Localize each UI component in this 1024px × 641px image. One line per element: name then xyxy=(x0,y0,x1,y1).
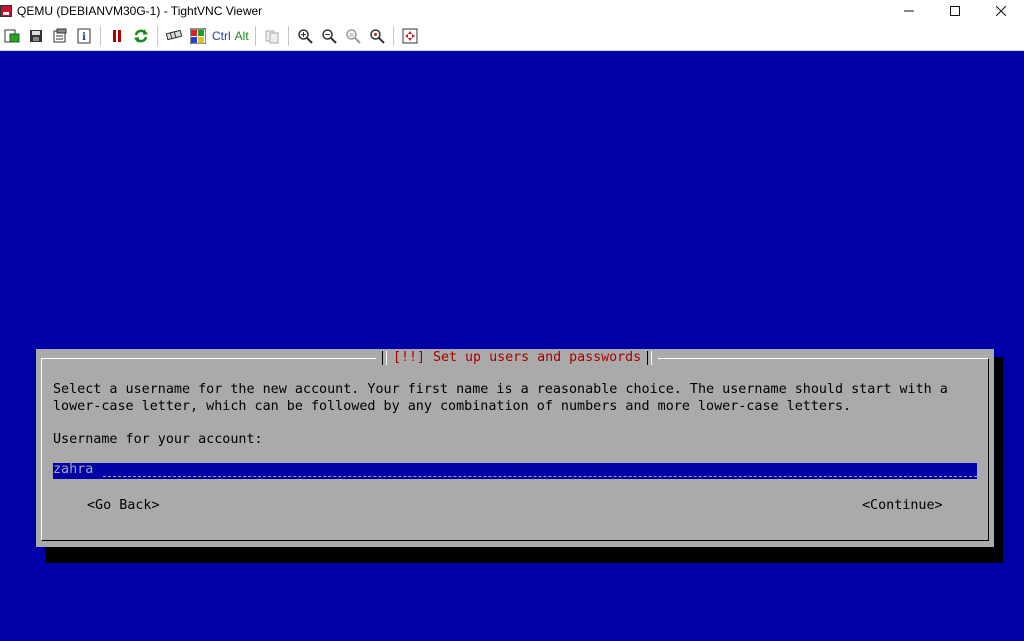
title-frame-right xyxy=(647,351,653,365)
title-bar: QEMU (DEBIANVM30G-1) - TightVNC Viewer xyxy=(0,0,1024,22)
toolbar-separator xyxy=(157,26,158,46)
dialog-title: [!!] Set up users and passwords xyxy=(376,349,659,367)
username-value: zahra xyxy=(53,463,94,477)
close-icon xyxy=(996,6,1006,16)
new-connection-icon xyxy=(4,29,20,43)
fullscreen-button[interactable] xyxy=(399,25,421,47)
input-fill-underline xyxy=(103,476,977,477)
alt-key-button[interactable]: Alt xyxy=(233,29,251,43)
dialog-title-text: [!!] Set up users and passwords xyxy=(393,350,642,365)
pause-icon xyxy=(113,30,121,42)
connection-info-button[interactable]: i xyxy=(73,25,95,47)
clipboard-icon xyxy=(265,30,279,44)
toolbar-separator xyxy=(392,26,394,46)
zoom-fit-icon xyxy=(369,29,385,44)
go-back-button[interactable]: <Go Back> xyxy=(87,498,160,513)
username-input[interactable]: zahra xyxy=(53,463,977,479)
zoom-100-button[interactable] xyxy=(342,25,364,47)
username-prompt: Username for your account: xyxy=(53,432,263,447)
maximize-icon xyxy=(950,6,960,16)
new-connection-button[interactable] xyxy=(1,25,23,47)
installer-dialog: [!!] Set up users and passwords Select a… xyxy=(36,349,994,547)
zoom-out-icon xyxy=(321,29,337,44)
clipboard-button[interactable] xyxy=(261,25,283,47)
zoom-fit-button[interactable] xyxy=(366,25,388,47)
refresh-button[interactable] xyxy=(130,25,152,47)
maximize-button[interactable] xyxy=(932,0,978,22)
send-ctrl-alt-del-button[interactable] xyxy=(163,25,185,47)
vnc-viewer-window: QEMU (DEBIANVM30G-1) - TightVNC Viewer i xyxy=(0,0,1024,641)
minimize-button[interactable] xyxy=(886,0,932,22)
send-ctrl-alt-del-icon xyxy=(166,29,182,41)
options-button[interactable] xyxy=(49,25,71,47)
pause-button[interactable] xyxy=(106,25,128,47)
description-line-2: lower-case letter, which can be followed… xyxy=(53,399,852,414)
continue-button[interactable]: <Continue> xyxy=(862,498,943,513)
save-button[interactable] xyxy=(25,25,47,47)
send-ctrl-esc-icon xyxy=(190,28,206,44)
window-title: QEMU (DEBIANVM30G-1) - TightVNC Viewer xyxy=(17,4,263,18)
options-icon xyxy=(53,28,67,43)
toolbar-separator xyxy=(287,26,289,46)
tightvnc-app-icon xyxy=(0,5,12,17)
ctrl-key-button[interactable]: Ctrl xyxy=(210,29,233,43)
zoom-in-button[interactable] xyxy=(294,25,316,47)
send-ctrl-esc-button[interactable] xyxy=(187,25,209,47)
zoom-100-icon xyxy=(345,29,361,44)
connection-info-icon: i xyxy=(77,28,91,44)
toolbar-separator xyxy=(100,26,101,46)
remote-screen[interactable]: [!!] Set up users and passwords Select a… xyxy=(0,51,1024,641)
close-button[interactable] xyxy=(978,0,1024,22)
window-controls xyxy=(886,0,1024,22)
refresh-icon xyxy=(134,29,148,43)
title-frame-left xyxy=(382,351,387,365)
toolbar-separator xyxy=(254,26,256,46)
svg-text:i: i xyxy=(82,32,86,43)
zoom-in-icon xyxy=(297,29,313,44)
toolbar: i Ctrl Alt xyxy=(0,22,1024,51)
zoom-out-button[interactable] xyxy=(318,25,340,47)
description-line-1: Select a username for the new account. Y… xyxy=(53,382,948,397)
fullscreen-icon xyxy=(402,28,418,44)
save-icon xyxy=(30,30,42,42)
minimize-icon xyxy=(904,10,914,12)
